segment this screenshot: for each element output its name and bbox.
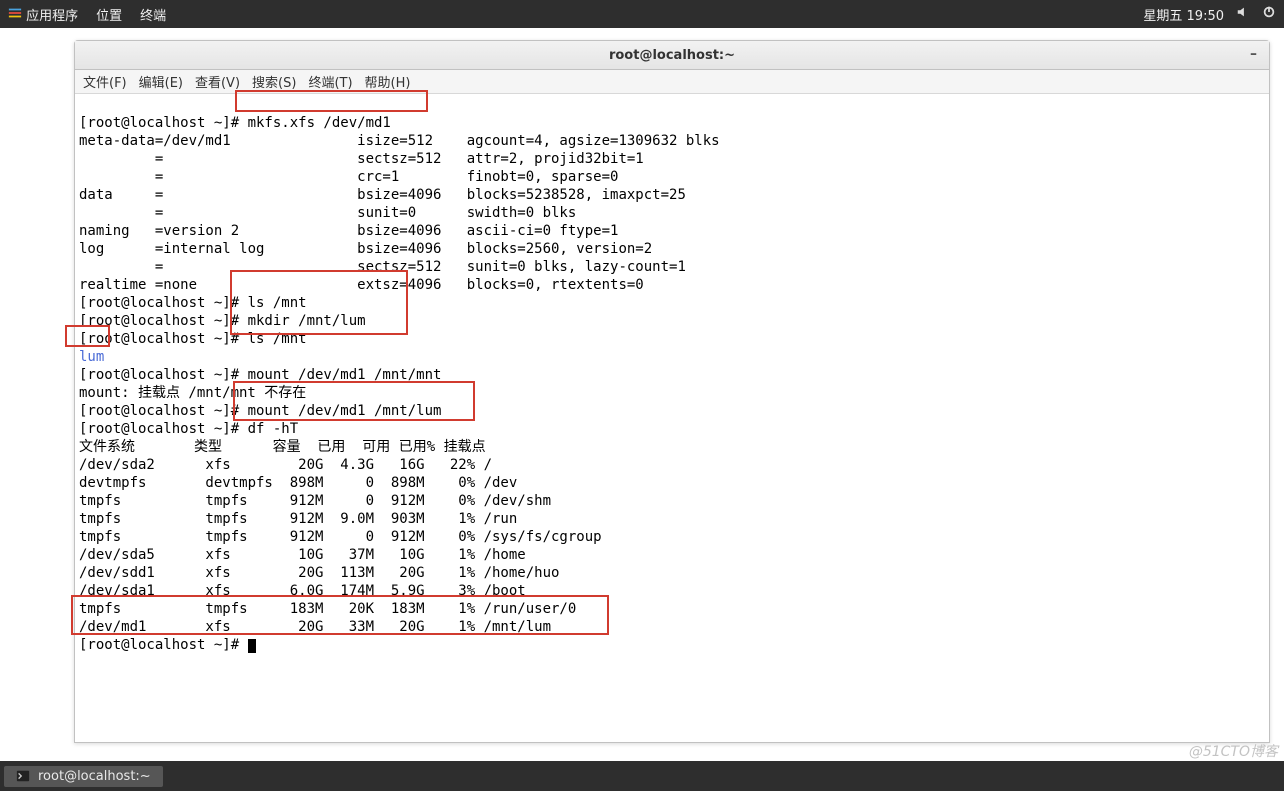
terminal-window: root@localhost:~ – 文件(F) 编辑(E) 查看(V) 搜索(…: [74, 40, 1270, 743]
term-line: [root@localhost ~]# mkfs.xfs /dev/md1: [79, 115, 391, 131]
term-line-dir: lum: [79, 349, 104, 365]
term-line: meta-data=/dev/md1 isize=512 agcount=4, …: [79, 133, 720, 149]
term-line: /dev/sda2 xfs 20G 4.3G 16G 22% /: [79, 457, 492, 473]
highlight-box: [235, 90, 428, 112]
menu-help[interactable]: 帮助(H): [365, 72, 411, 91]
menu-edit[interactable]: 编辑(E): [139, 72, 183, 91]
term-prompt: [root@localhost ~]#: [79, 637, 248, 653]
menu-terminal[interactable]: 终端(T): [308, 72, 352, 91]
term-line: mount: 挂载点 /mnt/mnt 不存在: [79, 385, 306, 401]
term-line: tmpfs tmpfs 183M 20K 183M 1% /run/user/0: [79, 601, 576, 617]
cursor: [248, 639, 256, 653]
volume-icon[interactable]: [1236, 5, 1250, 23]
menu-file[interactable]: 文件(F): [83, 72, 127, 91]
menubar: 文件(F) 编辑(E) 查看(V) 搜索(S) 终端(T) 帮助(H): [75, 70, 1269, 94]
term-line: = sectsz=512 sunit=0 blks, lazy-count=1: [79, 259, 686, 275]
clock[interactable]: 星期五 19:50: [1143, 5, 1224, 24]
term-line: /dev/sdd1 xfs 20G 113M 20G 1% /home/huo: [79, 565, 559, 581]
term-line: [root@localhost ~]# ls /mnt: [79, 295, 307, 311]
term-line: realtime =none extsz=4096 blocks=0, rtex…: [79, 277, 644, 293]
term-line: [root@localhost ~]# ls /mnt: [79, 331, 307, 347]
apps-menu[interactable]: 应用程序: [8, 5, 78, 24]
term-line: /dev/sda1 xfs 6.0G 174M 5.9G 3% /boot: [79, 583, 526, 599]
terminal-menu[interactable]: 终端: [140, 5, 166, 24]
term-line: = sectsz=512 attr=2, projid32bit=1: [79, 151, 644, 167]
term-line: [root@localhost ~]# df -hT: [79, 421, 298, 437]
minimize-button[interactable]: –: [1246, 47, 1261, 62]
term-line: data = bsize=4096 blocks=5238528, imaxpc…: [79, 187, 686, 203]
term-line: = sunit=0 swidth=0 blks: [79, 205, 576, 221]
term-line: devtmpfs devtmpfs 898M 0 898M 0% /dev: [79, 475, 517, 491]
term-line: /dev/sda5 xfs 10G 37M 10G 1% /home: [79, 547, 526, 563]
menu-search[interactable]: 搜索(S): [252, 72, 296, 91]
places-menu[interactable]: 位置: [96, 5, 122, 24]
taskbar-item-terminal[interactable]: root@localhost:~: [4, 766, 163, 787]
term-line: tmpfs tmpfs 912M 9.0M 903M 1% /run: [79, 511, 517, 527]
menu-view[interactable]: 查看(V): [195, 72, 240, 91]
term-line: [root@localhost ~]# mount /dev/md1 /mnt/…: [79, 367, 441, 383]
term-line: [root@localhost ~]# mkdir /mnt/lum: [79, 313, 366, 329]
terminal-icon: [16, 769, 30, 783]
term-line: log =internal log bsize=4096 blocks=2560…: [79, 241, 652, 257]
term-line: = crc=1 finobt=0, sparse=0: [79, 169, 618, 185]
taskbar: root@localhost:~: [0, 761, 1284, 791]
term-line: tmpfs tmpfs 912M 0 912M 0% /sys/fs/cgrou…: [79, 529, 602, 545]
term-line: 文件系统 类型 容量 已用 可用 已用% 挂载点: [79, 439, 486, 455]
watermark: @51CTO博客: [1189, 741, 1278, 761]
titlebar[interactable]: root@localhost:~ –: [75, 41, 1269, 70]
power-icon[interactable]: [1262, 5, 1276, 23]
taskbar-item-label: root@localhost:~: [38, 769, 151, 784]
terminal-output[interactable]: [root@localhost ~]# mkfs.xfs /dev/md1 me…: [75, 94, 1269, 742]
term-line: /dev/md1 xfs 20G 33M 20G 1% /mnt/lum: [79, 619, 551, 635]
window-title: root@localhost:~: [609, 48, 735, 63]
top-panel: 应用程序 位置 终端 星期五 19:50: [0, 0, 1284, 28]
term-line: naming =version 2 bsize=4096 ascii-ci=0 …: [79, 223, 618, 239]
term-line: tmpfs tmpfs 912M 0 912M 0% /dev/shm: [79, 493, 551, 509]
term-line: [root@localhost ~]# mount /dev/md1 /mnt/…: [79, 403, 441, 419]
